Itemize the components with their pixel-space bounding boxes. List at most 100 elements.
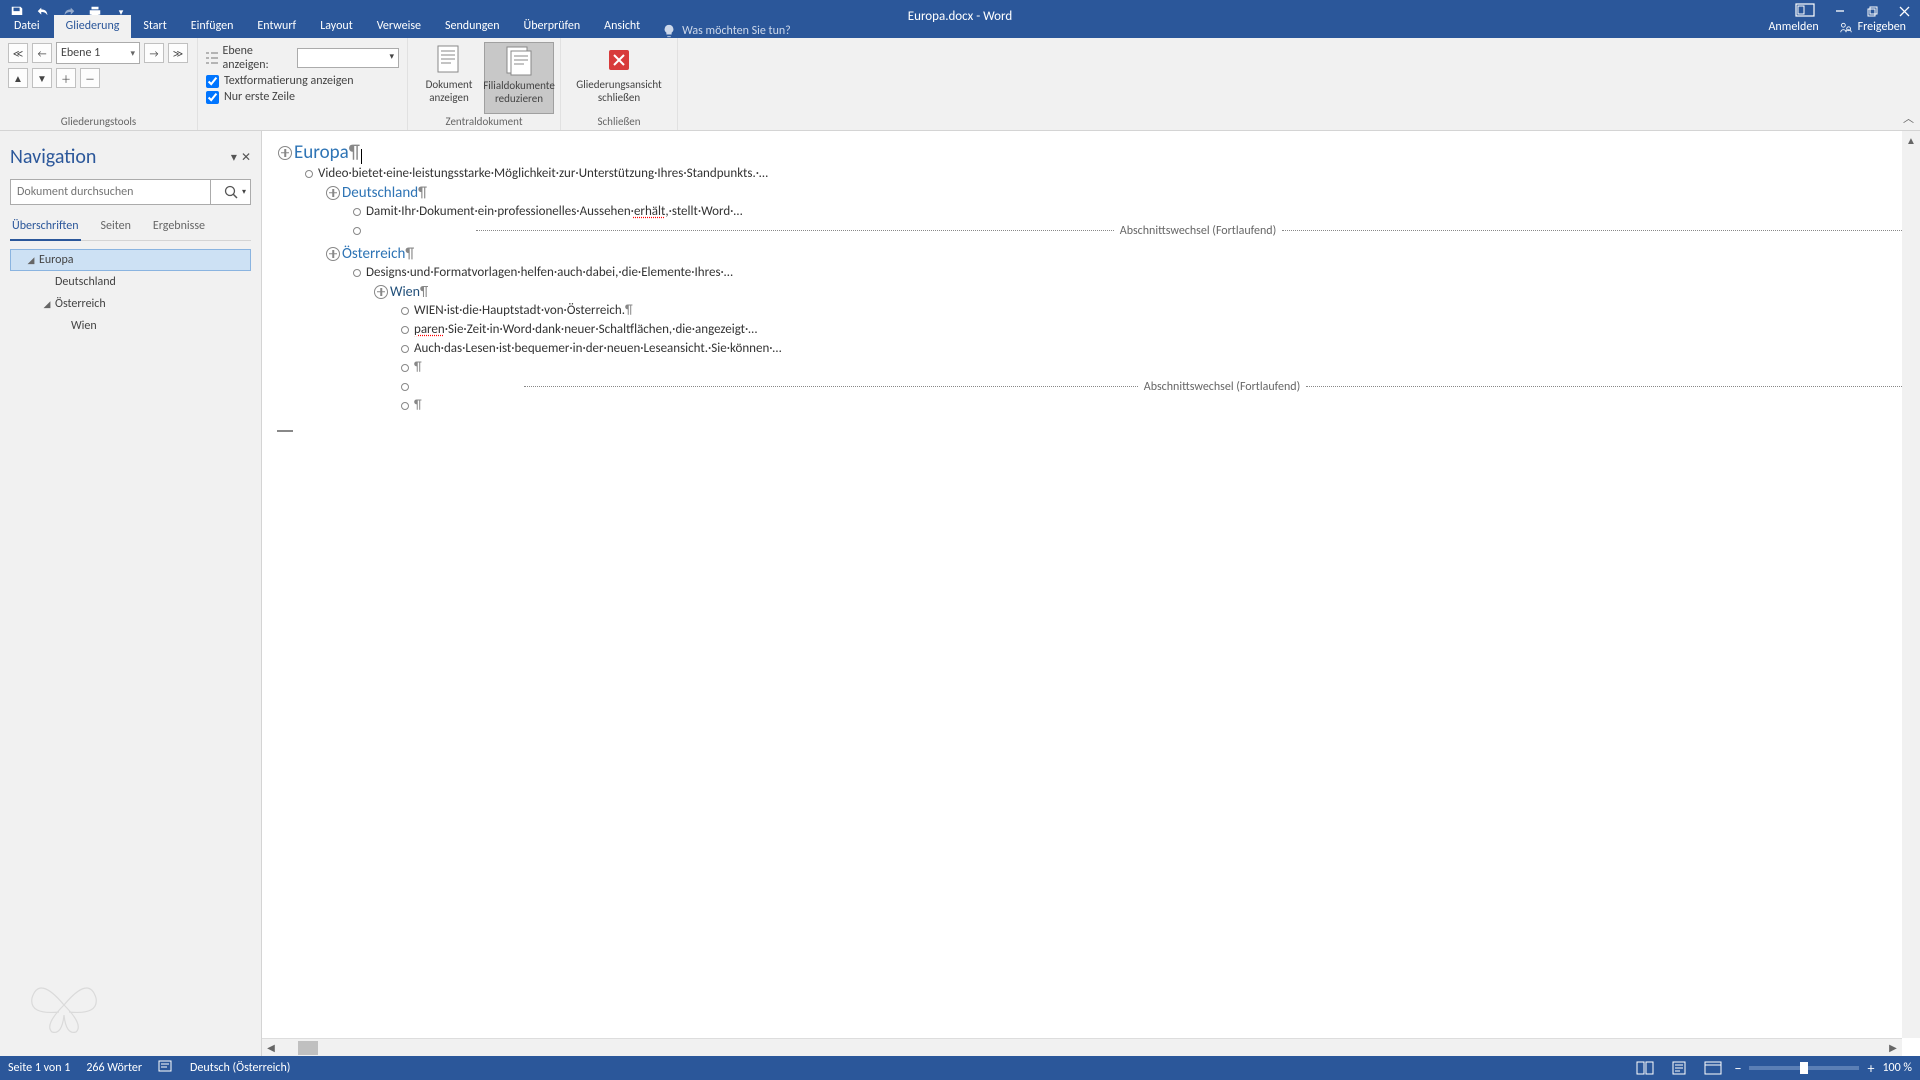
- demote-button[interactable]: →: [144, 43, 164, 63]
- scroll-left-icon[interactable]: ◀: [262, 1039, 280, 1057]
- nav-pane-options-icon[interactable]: ▾: [231, 150, 237, 165]
- vertical-scrollbar[interactable]: ▲: [1902, 131, 1920, 1038]
- headings-tree: ◢Europa Deutschland ◢Österreich Wien: [10, 249, 251, 337]
- tab-insert[interactable]: Einfügen: [179, 15, 246, 38]
- close-outline-icon: [603, 44, 635, 76]
- nav-pane-close-icon[interactable]: ✕: [241, 150, 251, 165]
- status-word-count[interactable]: 266 Wörter: [86, 1061, 142, 1075]
- show-document-label: Dokument anzeigen: [418, 78, 480, 104]
- tab-view[interactable]: Ansicht: [592, 15, 652, 38]
- empty-paragraph[interactable]: ¶: [414, 398, 422, 413]
- only-first-line-checkbox[interactable]: Nur erste Zeile: [206, 90, 399, 104]
- show-level-label: Ebene anzeigen:: [222, 44, 293, 72]
- show-level-combo[interactable]: [297, 48, 399, 68]
- move-down-button[interactable]: ▼: [32, 68, 52, 88]
- scroll-thumb[interactable]: [298, 1041, 318, 1055]
- show-level-icon: [206, 51, 218, 65]
- tab-outline[interactable]: Gliederung: [54, 15, 132, 38]
- only-first-line-label: Nur erste Zeile: [224, 90, 295, 104]
- tree-item-deutschland[interactable]: Deutschland: [10, 271, 251, 293]
- move-up-button[interactable]: ▲: [8, 68, 28, 88]
- tab-review[interactable]: Überprüfen: [512, 15, 593, 38]
- view-print-layout-button[interactable]: [1666, 1058, 1692, 1078]
- outline-dash-icon: [276, 430, 294, 432]
- view-read-mode-button[interactable]: [1632, 1058, 1658, 1078]
- tree-label: Europa: [37, 253, 74, 267]
- heading-europa[interactable]: Europa¶: [294, 141, 362, 164]
- scroll-up-icon[interactable]: ▲: [1902, 131, 1920, 149]
- horizontal-scrollbar[interactable]: ◀ ▶: [262, 1038, 1902, 1056]
- chevron-down-icon[interactable]: ◢: [25, 255, 37, 266]
- ribbon-tabs: Datei Gliederung Start Einfügen Entwurf …: [0, 14, 1920, 38]
- zoom-out-button[interactable]: −: [1734, 1060, 1741, 1077]
- show-document-button[interactable]: Dokument anzeigen: [414, 42, 484, 114]
- collapse-button[interactable]: －: [80, 68, 100, 88]
- tab-references[interactable]: Verweise: [365, 15, 433, 38]
- status-proofing-icon[interactable]: [158, 1059, 174, 1077]
- outline-expand-icon[interactable]: [276, 146, 294, 160]
- zoom-in-button[interactable]: +: [1867, 1060, 1874, 1077]
- body-text[interactable]: Damit·Ihr·Dokument·ein·professionelles·A…: [366, 204, 742, 219]
- expand-button[interactable]: ＋: [56, 68, 76, 88]
- status-page[interactable]: Seite 1 von 1: [8, 1061, 70, 1075]
- nav-tab-results[interactable]: Ergebnisse: [151, 215, 207, 240]
- document-area: Europa¶ Video·bietet·eine·leistungsstark…: [262, 131, 1920, 1056]
- tab-mailings[interactable]: Sendungen: [433, 15, 512, 38]
- collapse-subdocs-button[interactable]: Filialdokumente reduzieren: [484, 42, 554, 114]
- document-icon: [433, 44, 465, 76]
- search-button[interactable]: [210, 180, 250, 204]
- demote-to-body-button[interactable]: ≫: [168, 43, 188, 63]
- ribbon: ≪ ← Ebene 1 → ≫ ▲ ▼ ＋ － Gliederungstools…: [0, 38, 1920, 131]
- tree-item-wien[interactable]: Wien: [10, 315, 251, 337]
- zoom-level[interactable]: 100 %: [1882, 1061, 1912, 1075]
- outline-content[interactable]: Europa¶ Video·bietet·eine·leistungsstark…: [262, 131, 1920, 440]
- outline-body-icon: [396, 345, 414, 353]
- nav-tab-pages[interactable]: Seiten: [99, 215, 133, 240]
- zoom-slider[interactable]: [1749, 1066, 1859, 1070]
- outline-level-combo[interactable]: Ebene 1: [56, 42, 140, 64]
- empty-paragraph[interactable]: ¶: [414, 360, 422, 375]
- share-icon: [1839, 20, 1853, 34]
- tab-layout[interactable]: Layout: [308, 15, 365, 38]
- share-button[interactable]: Freigeben: [1829, 16, 1916, 38]
- body-text[interactable]: Designs·und·Formatvorlagen·helfen·auch·d…: [366, 265, 733, 280]
- outline-body-icon: [396, 364, 414, 372]
- search-input[interactable]: [11, 180, 210, 204]
- tree-item-europa[interactable]: ◢Europa: [10, 249, 251, 271]
- heading-deutschland[interactable]: Deutschland¶: [342, 184, 427, 202]
- show-text-formatting-checkbox[interactable]: Textformatierung anzeigen: [206, 74, 399, 88]
- tab-file[interactable]: Datei: [0, 15, 54, 38]
- outline-level-value: Ebene 1: [61, 46, 100, 60]
- body-text[interactable]: Video·bietet·eine·leistungsstarke·Möglic…: [318, 166, 768, 181]
- scroll-right-icon[interactable]: ▶: [1884, 1039, 1902, 1057]
- collapse-ribbon-button[interactable]: ︿: [1903, 110, 1914, 126]
- sign-in-button[interactable]: Anmelden: [1758, 16, 1828, 38]
- tree-label: Österreich: [53, 297, 106, 311]
- ribbon-group-close: Gliederungsansicht schließen Schließen: [561, 38, 678, 130]
- outline-expand-icon[interactable]: [324, 186, 342, 200]
- ribbon-group-outline-tools: ≪ ← Ebene 1 → ≫ ▲ ▼ ＋ － Gliederungstools: [0, 38, 198, 130]
- outline-body-icon: [348, 208, 366, 216]
- outline-expand-icon[interactable]: [324, 247, 342, 261]
- subdoc-icon: [503, 45, 535, 77]
- tell-me-search[interactable]: Was möchten Sie tun?: [652, 24, 801, 38]
- body-text[interactable]: Auch·das·Lesen·ist·bequemer·in·der·neuen…: [414, 341, 782, 356]
- group-label-close: Schließen: [561, 115, 677, 128]
- nav-tab-headings[interactable]: Überschriften: [10, 215, 81, 241]
- tab-start[interactable]: Start: [131, 15, 178, 38]
- tab-draw[interactable]: Entwurf: [245, 15, 308, 38]
- body-text[interactable]: WIEN·ist·die·Hauptstadt·von·Österreich.¶: [414, 303, 633, 318]
- nav-search-box[interactable]: [10, 179, 251, 205]
- promote-button[interactable]: ←: [32, 43, 52, 63]
- promote-to-h1-button[interactable]: ≪: [8, 43, 28, 63]
- heading-oesterreich[interactable]: Österreich¶: [342, 245, 414, 263]
- heading-wien[interactable]: Wien¶: [390, 283, 428, 300]
- body-text[interactable]: paren·Sie·Zeit·in·Word·dank·neuer·Schalt…: [414, 322, 757, 337]
- tree-item-oesterreich[interactable]: ◢Österreich: [10, 293, 251, 315]
- close-outline-button[interactable]: Gliederungsansicht schließen: [571, 42, 667, 106]
- outline-body-icon: [396, 326, 414, 334]
- view-web-layout-button[interactable]: [1700, 1058, 1726, 1078]
- outline-expand-icon[interactable]: [372, 285, 390, 299]
- status-language[interactable]: Deutsch (Österreich): [190, 1061, 290, 1075]
- chevron-down-icon[interactable]: ◢: [41, 299, 53, 310]
